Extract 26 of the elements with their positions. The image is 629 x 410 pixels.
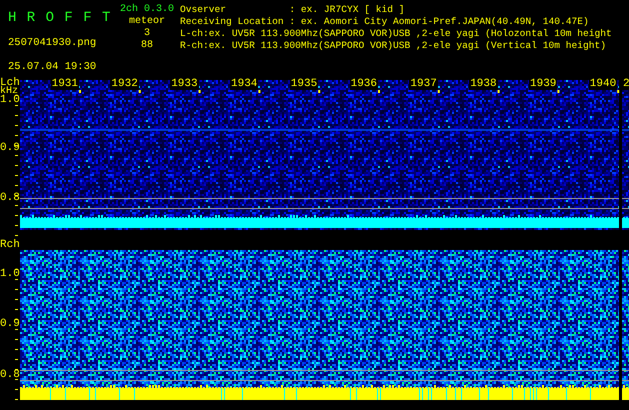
time-label: 2 (622, 79, 629, 90)
time-label: 1931 (50, 79, 79, 90)
frequency-label: 0.8 (0, 370, 20, 381)
info-line: Ovserver : ex. JR7CYX [ kid ] (180, 4, 405, 16)
time-label: 1933 (170, 79, 199, 90)
info-line: L-ch:ex. UV5R 113.900Mhz(SAPPORO VOR)USB ,2-ele yagi (Holozontal 10m height (180, 28, 612, 40)
time-label: 1935 (290, 79, 318, 90)
time-label: 1937 (409, 79, 438, 90)
meteor-count: 3 (144, 28, 150, 40)
meteor-label: meteor (128, 16, 165, 28)
app-title: H R O F F T (8, 11, 112, 25)
frequency-label: 0.9 (0, 143, 20, 154)
time-label: 1939 (529, 79, 558, 90)
time-label: 1940 (588, 79, 618, 90)
time-label: 1932 (110, 79, 139, 90)
frequency-label: 0.8 (0, 193, 20, 204)
meteor-count: 88 (140, 40, 153, 52)
time-label: 1934 (230, 79, 258, 90)
timestamp: 25.07.04 19:30 (8, 61, 96, 73)
version-label: 2ch 0.3.0 (120, 4, 174, 16)
time-label: 1938 (469, 79, 498, 90)
info-line: R-ch:ex. UV5R 113.900Mhz(SAPPORO VOR)USB ,2-ele yagi (Vertical 10m height) (180, 40, 606, 52)
file-name: 2507041930.png (8, 37, 96, 49)
info-line: Receiving Location : ex. Aomori City Aomori-Pref.JAPAN(40.49N, 140.47E) (180, 16, 589, 28)
channel-label: Rch (0, 240, 20, 251)
time-label: 1936 (350, 79, 378, 90)
